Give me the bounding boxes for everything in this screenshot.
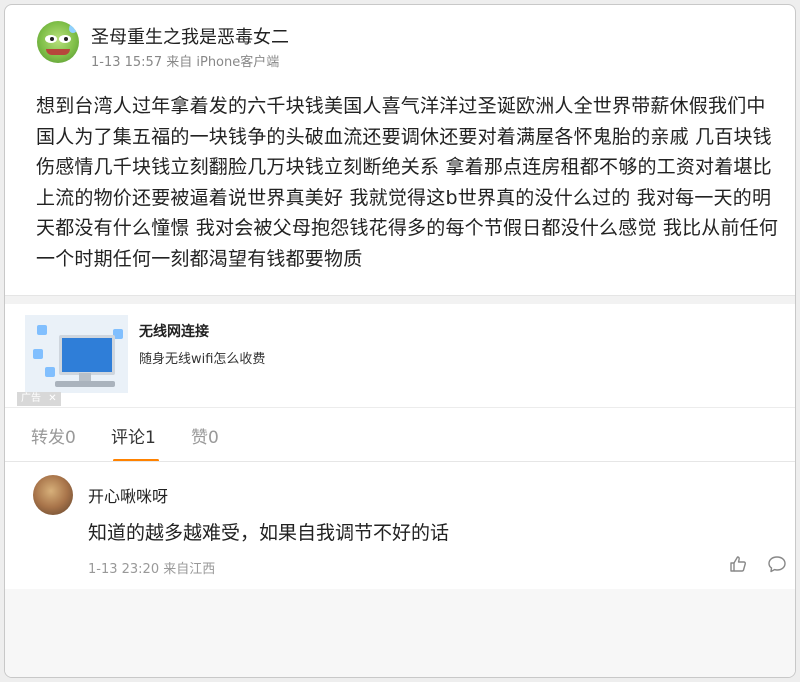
comment-text: 知道的越多越难受，如果自我调节不好的话 bbox=[88, 522, 450, 544]
avatar-mouth bbox=[46, 49, 70, 55]
author-avatar[interactable] bbox=[37, 21, 79, 63]
avatar-eye-left bbox=[45, 35, 57, 43]
monitor-stand bbox=[79, 373, 91, 381]
thumb-up-icon[interactable] bbox=[728, 554, 748, 574]
network-icon bbox=[37, 325, 47, 335]
weibo-post-card: 圣母重生之我是恶毒女二 1-13 15:57 来自 iPhone客户端 想到台湾… bbox=[4, 4, 796, 678]
ad-badge[interactable]: 广告 ✕ bbox=[17, 392, 61, 406]
network-icon bbox=[45, 367, 55, 377]
keyboard-icon bbox=[55, 381, 115, 387]
tab-reposts[interactable]: 转发0 bbox=[31, 423, 76, 448]
ad-thumbnail[interactable] bbox=[25, 315, 128, 393]
commenter-avatar[interactable] bbox=[33, 475, 73, 515]
avatar-eye-right bbox=[59, 35, 71, 43]
comment-meta: 1-13 23:20 来自江西 bbox=[88, 562, 216, 577]
commenter-name[interactable]: 开心啾咪呀 bbox=[88, 483, 168, 507]
post-body-text: 想到台湾人过年拿着发的六千块钱美国人喜气洋洋过圣诞欧洲人全世界带薪休假我们中国人… bbox=[36, 95, 779, 270]
post-meta: 1-13 15:57 来自 iPhone客户端 bbox=[91, 55, 280, 70]
ad-close-icon[interactable]: ✕ bbox=[48, 393, 56, 404]
comment-bubble-icon[interactable] bbox=[767, 554, 787, 574]
tab-comments[interactable]: 评论1 bbox=[111, 423, 156, 448]
ad-badge-label: 广告 bbox=[21, 393, 41, 404]
ad-description[interactable]: 随身无线wifi怎么收费 bbox=[139, 348, 265, 367]
tab-likes[interactable]: 赞0 bbox=[191, 423, 219, 448]
tabs-separator bbox=[5, 407, 795, 408]
network-icon bbox=[33, 349, 43, 359]
avatar-sweat-drop bbox=[69, 23, 77, 33]
monitor-icon bbox=[59, 335, 115, 375]
author-name[interactable]: 圣母重生之我是恶毒女二 bbox=[91, 23, 289, 49]
ad-title[interactable]: 无线网连接 bbox=[139, 321, 209, 341]
section-divider bbox=[5, 295, 795, 304]
